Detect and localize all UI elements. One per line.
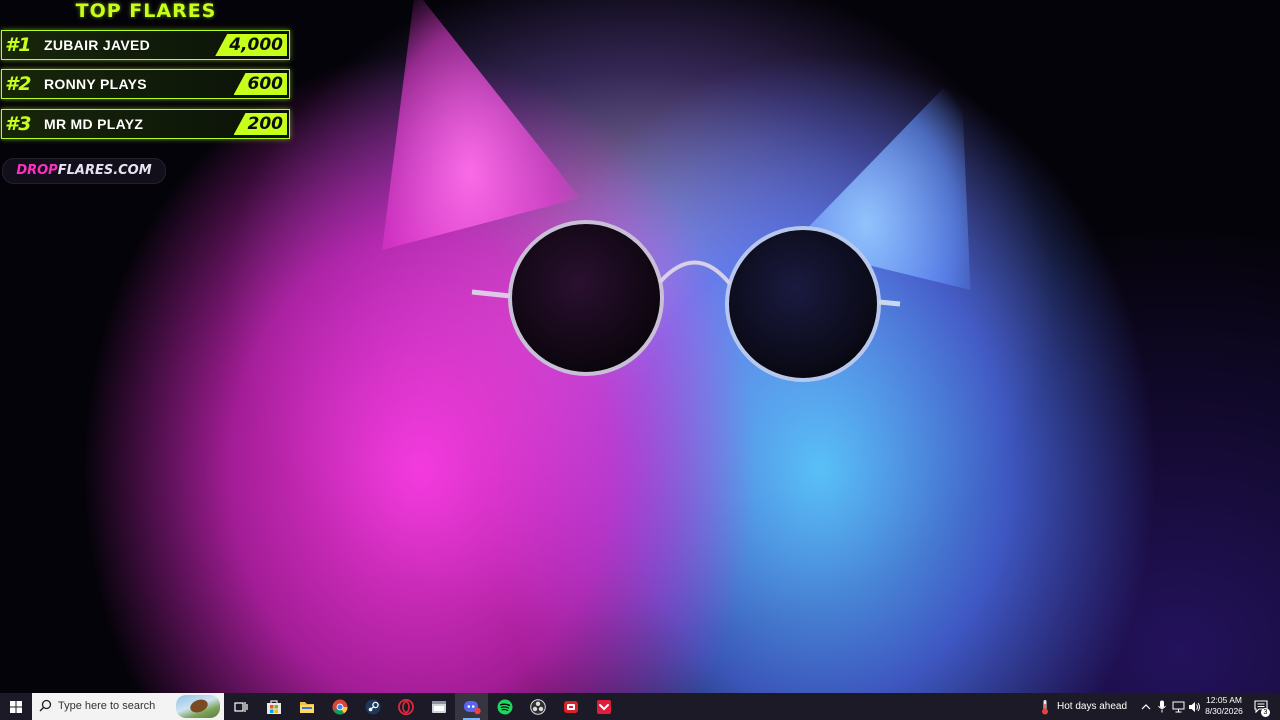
leaderboard-name: RONNY PLAYS — [44, 76, 147, 92]
taskbar-search-box[interactable]: Type here to search — [32, 693, 224, 720]
taskbar: Type here to search Hot days ahead 12:05… — [0, 693, 1280, 720]
window-icon — [431, 700, 446, 713]
leaderboard-amount: 200 — [233, 113, 287, 135]
leaderboard-row: #2 RONNY PLAYS 600 — [1, 69, 290, 99]
red-app-button[interactable] — [554, 693, 587, 720]
chrome-button[interactable] — [323, 693, 356, 720]
cat-sunglasses-illustration — [471, 220, 901, 382]
leaderboard-name: ZUBAIR JAVED — [44, 37, 151, 53]
discord-icon — [463, 700, 481, 714]
spotify-button[interactable] — [488, 693, 521, 720]
obs-icon — [529, 698, 546, 715]
site-prefix: DROP — [16, 163, 58, 178]
steam-button[interactable] — [356, 693, 389, 720]
search-placeholder: Type here to search — [58, 700, 156, 712]
microphone-icon — [1158, 700, 1166, 713]
discord-button[interactable] — [455, 693, 488, 720]
store-icon — [266, 699, 281, 714]
notification-center-button[interactable]: 3 — [1250, 693, 1272, 720]
search-highlight-football-icon[interactable] — [176, 695, 220, 718]
thermometer-icon — [1042, 699, 1048, 714]
network-button[interactable] — [1170, 693, 1186, 720]
clock-time: 12:05 AM — [1206, 695, 1242, 705]
leaderboard-title: TOP FLARES — [75, 0, 217, 22]
opera-icon — [397, 698, 414, 715]
leaderboard-amount: 600 — [233, 73, 287, 95]
dropflares-site-badge: DROPFLARES.COM — [2, 158, 166, 184]
network-icon — [1172, 701, 1184, 712]
file-explorer-button[interactable] — [290, 693, 323, 720]
site-suffix: FLARES.COM — [57, 163, 152, 178]
folder-icon — [299, 701, 314, 713]
clock-date: 8/30/2026 — [1205, 706, 1243, 716]
red-app-icon — [563, 700, 578, 713]
windows-logo-icon — [10, 700, 22, 713]
red-arrow-icon — [596, 699, 611, 714]
search-icon — [39, 699, 52, 712]
opera-gx-button[interactable] — [389, 693, 422, 720]
leaderboard-row: #3 MR MD PLAYZ 200 — [1, 109, 290, 139]
microphone-button[interactable] — [1154, 693, 1170, 720]
leaderboard-name: MR MD PLAYZ — [44, 116, 144, 132]
obs-studio-button[interactable] — [521, 693, 554, 720]
taskbar-clock[interactable]: 12:05 AM 8/30/2026 — [1200, 695, 1248, 717]
steam-icon — [365, 699, 380, 714]
leaderboard-rank: #2 — [5, 73, 32, 95]
chevron-up-icon — [1141, 703, 1151, 709]
weather-widget[interactable]: Hot days ahead — [1040, 693, 1136, 720]
chrome-icon — [332, 699, 348, 715]
microsoft-store-button[interactable] — [257, 693, 290, 720]
leaderboard-rank: #3 — [5, 113, 32, 135]
volume-icon — [1188, 701, 1200, 712]
leaderboard-amount: 4,000 — [215, 34, 287, 56]
weather-text: Hot days ahead — [1057, 701, 1128, 712]
notification-count-badge: 3 — [1261, 708, 1270, 717]
task-view-icon — [233, 701, 248, 712]
leaderboard-row: #1 ZUBAIR JAVED 4,000 — [1, 30, 290, 60]
spotify-icon — [497, 699, 512, 714]
window-app-button[interactable] — [422, 693, 455, 720]
show-hidden-icons-button[interactable] — [1138, 693, 1154, 720]
task-view-button[interactable] — [224, 693, 257, 720]
desktop-wallpaper: TOP FLARES #1 ZUBAIR JAVED 4,000 #2 RONN… — [0, 0, 1280, 693]
leaderboard-rank: #1 — [5, 34, 32, 56]
start-button[interactable] — [0, 693, 32, 720]
red-arrow-app-button[interactable] — [587, 693, 620, 720]
